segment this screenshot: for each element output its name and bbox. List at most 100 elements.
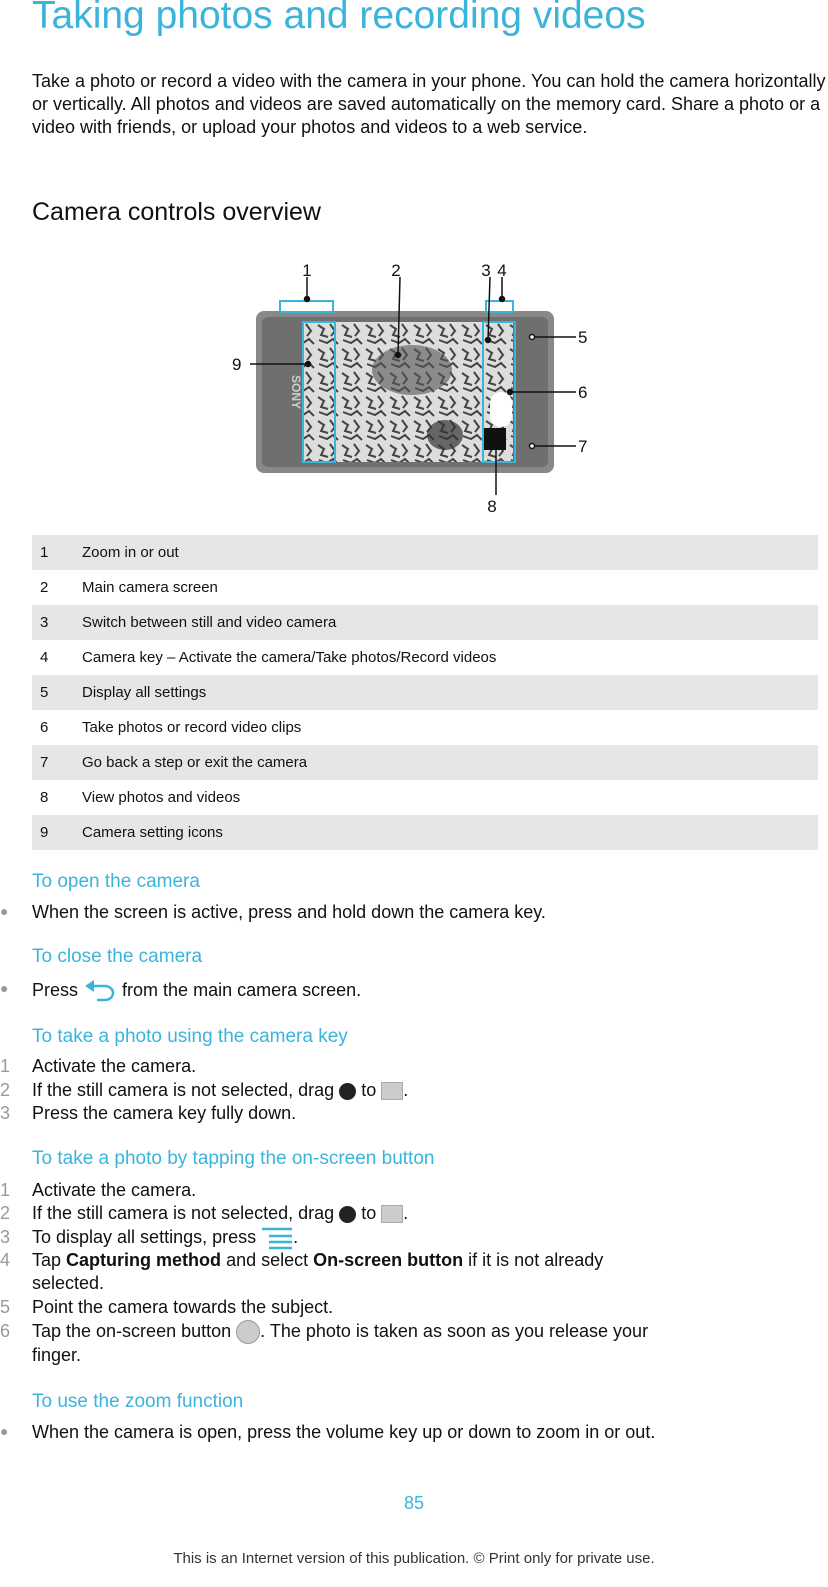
row-text: Take photos or record video clips: [82, 719, 302, 736]
row-text: Camera setting icons: [82, 824, 223, 841]
text: If the still camera is not selected, dra…: [32, 1203, 335, 1223]
callout-8: 8: [487, 497, 496, 516]
row-number: 4: [40, 649, 49, 666]
step-text: Press the camera key fully down.: [32, 1103, 297, 1123]
row-text: Display all settings: [82, 684, 207, 701]
manual-page: Taking photos and recording videos Take …: [0, 0, 828, 1587]
text: and select: [226, 1250, 309, 1270]
row-text: Switch between still and video camera: [82, 614, 337, 631]
table-row: 2 Main camera screen: [32, 570, 818, 605]
callout-6: 6: [578, 383, 587, 402]
footer-note: This is an Internet version of this publ…: [173, 1550, 655, 1567]
still-camera-icon: [381, 1082, 404, 1101]
row-number: 3: [40, 614, 49, 631]
table-row: 4 Camera key – Activate the camera/Take p…: [32, 640, 818, 675]
shutter-button-icon: [236, 1320, 261, 1345]
menu-icon: [262, 1228, 293, 1250]
row-text: Zoom in or out: [82, 544, 179, 561]
callout-9: 9: [232, 355, 241, 374]
controls-legend-table: 1 Zoom in or out 2 Main camera screen 3 Swi…: [32, 535, 818, 850]
table-row: 9 Camera setting icons: [32, 815, 818, 850]
back-icon: [85, 980, 115, 1002]
table-row: 5 Display all settings: [32, 675, 818, 710]
slider-knob-icon: [339, 1205, 357, 1223]
text: .: [293, 1227, 299, 1247]
zoom-heading: To use the zoom function: [32, 1391, 244, 1412]
text: finger.: [32, 1345, 82, 1366]
callout-2: 2: [391, 261, 400, 280]
text: .: [403, 1203, 409, 1223]
step-text: If the still camera is not selected, dra…: [32, 1079, 408, 1102]
step-number: 2: [0, 1080, 11, 1100]
text: Press: [32, 979, 79, 1000]
text: Capturing method: [66, 1250, 222, 1270]
close-camera-text: Press from the main camera screen.: [32, 978, 361, 1004]
step-text: Point the camera towards the subject.: [32, 1297, 334, 1317]
still-camera-icon: [381, 1205, 404, 1224]
text: If the still camera is not selected, dra…: [32, 1080, 335, 1100]
open-camera-heading: To open the camera: [32, 871, 200, 892]
text: .: [403, 1080, 409, 1100]
row-number: 6: [40, 719, 49, 736]
shutter-button: [490, 392, 512, 427]
callout-5: 5: [578, 328, 587, 347]
text: if it is not already: [468, 1250, 604, 1270]
row-text: Main camera screen: [82, 579, 218, 596]
page-number: 85: [403, 1493, 425, 1513]
row-number: 2: [40, 579, 49, 596]
row-number: 5: [40, 684, 49, 701]
bullet-icon: ●: [0, 980, 9, 996]
text: . The photo is taken as soon as you rele…: [260, 1321, 649, 1341]
step-text: Tap Capturing method and select On-scree…: [32, 1249, 603, 1295]
step-number: 3: [0, 1227, 11, 1247]
step-number: 5: [0, 1297, 11, 1317]
callout-3: 3: [481, 261, 490, 280]
text: to: [361, 1080, 377, 1100]
text: On-screen button: [313, 1250, 464, 1270]
step-number: 2: [0, 1203, 11, 1223]
text: Tap the on-screen button: [32, 1321, 232, 1341]
row-number: 7: [40, 754, 49, 771]
step-number: 1: [0, 1180, 11, 1200]
step-text: Activate the camera.: [32, 1056, 197, 1076]
step-number: 3: [0, 1103, 11, 1123]
step-text: Activate the camera.: [32, 1180, 197, 1200]
step-number: 1: [0, 1056, 11, 1076]
step-text: If the still camera is not selected, dra…: [32, 1202, 408, 1225]
table-row: 3 Switch between still and video camera: [32, 605, 818, 640]
page-title: Taking photos and recording videos: [32, 0, 646, 37]
brand-logo: SONY: [289, 375, 303, 409]
step-text: Tap the on-screen button . The photo is …: [32, 1320, 648, 1367]
text: from the main camera screen.: [122, 979, 362, 1000]
table-row: 8 View photos and videos: [32, 780, 818, 815]
callout-7: 7: [578, 437, 587, 456]
table-row: 1 Zoom in or out: [32, 535, 818, 570]
step-number: 6: [0, 1321, 11, 1341]
row-text: Camera key – Activate the camera/Take ph…: [82, 649, 497, 666]
row-number: 9: [40, 824, 49, 841]
section-heading: Camera controls overview: [32, 198, 321, 226]
table-row: 7 Go back a step or exit the camera: [32, 745, 818, 780]
bullet-icon: ●: [0, 1423, 9, 1439]
bullet-icon: ●: [0, 903, 9, 919]
text: selected.: [32, 1273, 105, 1293]
close-camera-heading: To close the camera: [32, 946, 203, 967]
text: To display all settings, press: [32, 1227, 257, 1247]
camera-key-heading: To take a photo using the camera key: [32, 1026, 348, 1047]
row-text: Go back a step or exit the camera: [82, 754, 308, 771]
on-screen-heading: To take a photo by tapping the on-screen…: [32, 1148, 435, 1169]
open-camera-text: When the screen is active, press and hol…: [32, 902, 546, 922]
row-number: 1: [40, 544, 49, 561]
row-text: View photos and videos: [82, 789, 241, 806]
callout-1: 1: [302, 261, 311, 280]
text: to: [361, 1203, 377, 1223]
intro-paragraph: Take a photo or record a video with the …: [32, 71, 826, 137]
step-text: To display all settings, press .: [32, 1226, 298, 1250]
callout-4: 4: [497, 261, 506, 280]
camera-controls-diagram: SONY 1 2 3 4 5 6 7 8 9: [232, 261, 587, 516]
text: Tap: [32, 1250, 62, 1270]
row-number: 8: [40, 789, 49, 806]
slider-knob-icon: [339, 1082, 357, 1100]
zoom-text: When the camera is open, press the volum…: [32, 1422, 656, 1442]
step-number: 4: [0, 1250, 11, 1270]
